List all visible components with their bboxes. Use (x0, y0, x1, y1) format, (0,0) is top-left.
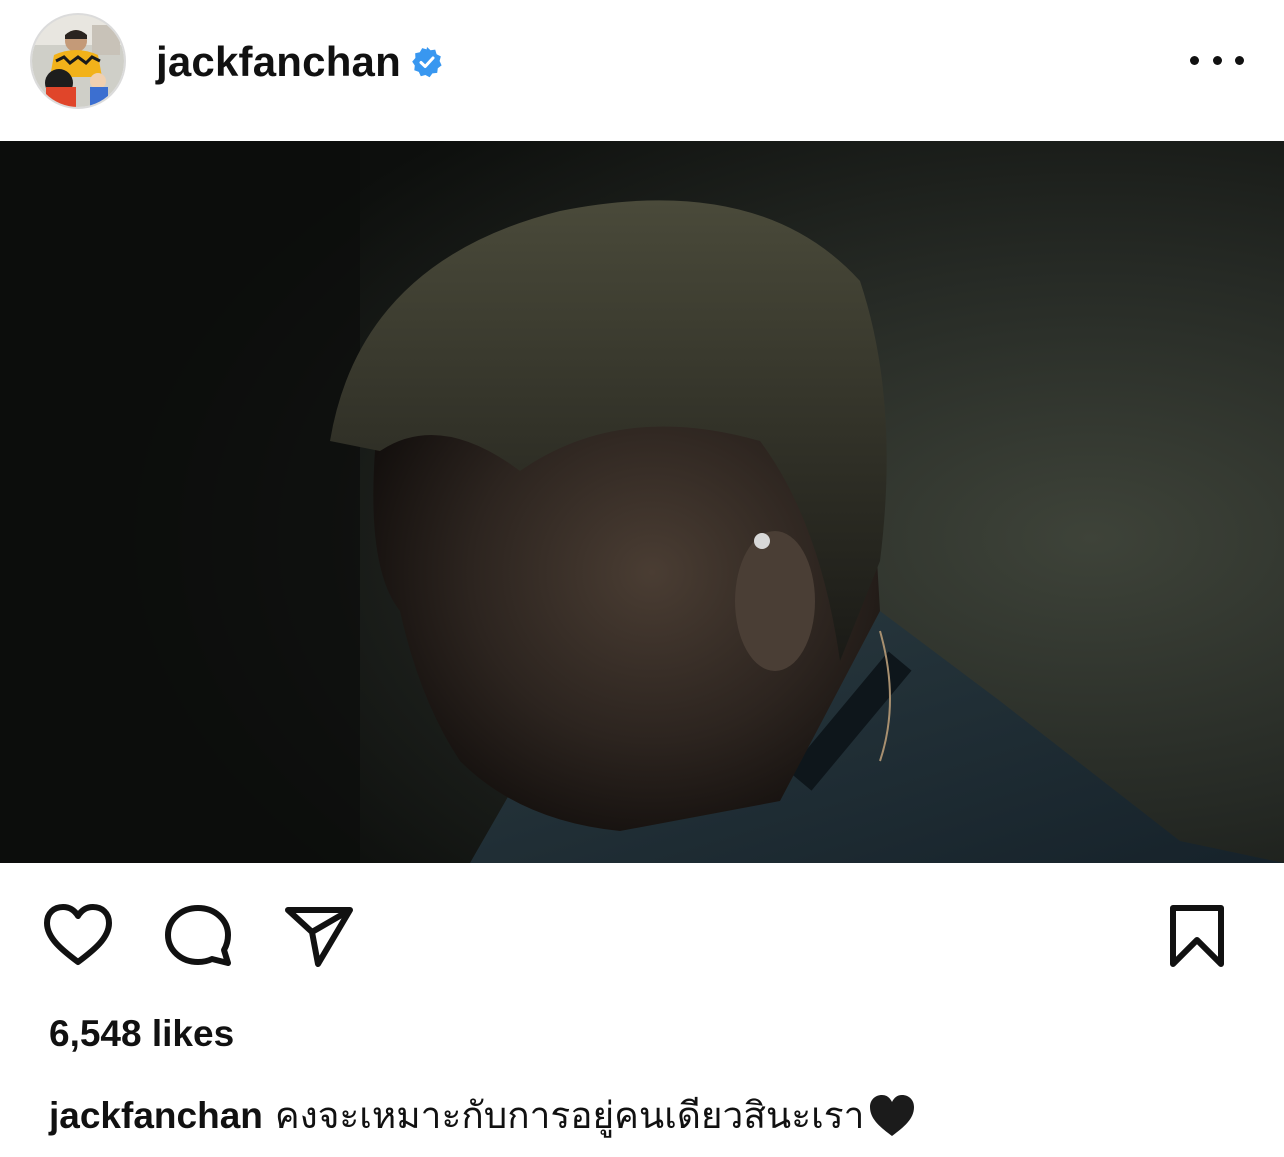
caption-username[interactable]: jackfanchan (49, 1095, 263, 1137)
avatar[interactable] (30, 13, 126, 109)
likes-count[interactable]: 6,548 likes (49, 1013, 234, 1055)
action-bar (0, 880, 1284, 990)
more-options-icon[interactable] (1190, 45, 1244, 75)
comment-bubble-icon[interactable] (164, 904, 232, 968)
paper-plane-icon[interactable] (284, 904, 354, 968)
username-link[interactable]: jackfanchan (156, 38, 401, 86)
heart-outline-icon[interactable] (42, 904, 114, 968)
instagram-post: jackfanchan 6,548 likes jackfanchan คงจะ… (0, 0, 1284, 1157)
post-caption: jackfanchan คงจะเหมาะกับการอยู่คนเดียวสิ… (49, 1086, 916, 1145)
username-group: jackfanchan (156, 38, 443, 86)
post-image[interactable] (0, 141, 1284, 863)
black-heart-icon (868, 1093, 916, 1139)
more-dot (1190, 55, 1199, 65)
verified-badge-icon (411, 46, 443, 78)
caption-text: คงจะเหมาะกับการอยู่คนเดียวสินะเรา (274, 1095, 865, 1136)
more-dot (1212, 55, 1222, 65)
post-header: jackfanchan (0, 0, 1284, 140)
bookmark-outline-icon[interactable] (1168, 904, 1226, 968)
more-dot (1235, 55, 1244, 65)
